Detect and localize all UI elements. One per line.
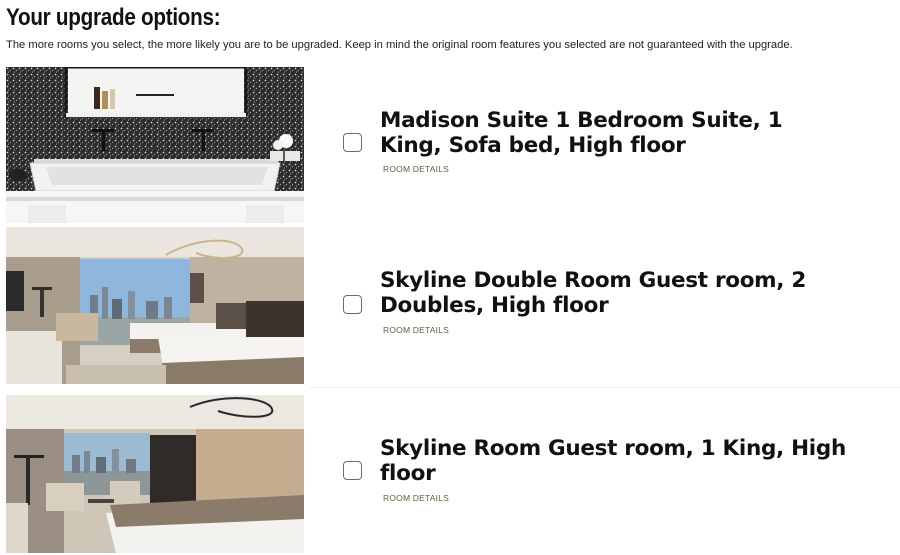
upgrade-options-page: Your upgrade options: The more rooms you… — [0, 0, 900, 555]
room-select-checkbox[interactable] — [343, 461, 362, 480]
room-select-checkbox[interactable] — [343, 133, 362, 152]
room-option-skyline-double: Skyline Double Room Guest room, 2 Double… — [0, 227, 900, 388]
room-option-skyline-king: Skyline Room Guest room, 1 King, High fl… — [0, 395, 900, 553]
room-name: Skyline Double Room Guest room, 2 Double… — [380, 268, 807, 318]
room-name: Madison Suite 1 Bedroom Suite, 1 King, S… — [380, 108, 783, 158]
room-option-madison-suite: Madison Suite 1 Bedroom Suite, 1 King, S… — [0, 67, 900, 223]
room-photo-bathroom — [6, 67, 304, 223]
divider — [310, 387, 900, 388]
room-info: Skyline Room Guest room, 1 King, High fl… — [343, 436, 863, 516]
room-info: Skyline Double Room Guest room, 2 Double… — [343, 268, 863, 348]
room-select-checkbox[interactable] — [343, 295, 362, 314]
room-photo-king-bedroom — [6, 395, 304, 553]
room-details-link[interactable]: ROOM DETAILS — [383, 164, 449, 174]
page-title: Your upgrade options: — [6, 4, 221, 31]
room-photo-double-bedroom — [6, 227, 304, 384]
room-info: Madison Suite 1 Bedroom Suite, 1 King, S… — [343, 106, 863, 186]
room-details-link[interactable]: ROOM DETAILS — [383, 493, 449, 503]
intro-text: The more rooms you select, the more like… — [6, 39, 793, 51]
room-name: Skyline Room Guest room, 1 King, High fl… — [380, 436, 846, 486]
room-details-link[interactable]: ROOM DETAILS — [383, 325, 449, 335]
